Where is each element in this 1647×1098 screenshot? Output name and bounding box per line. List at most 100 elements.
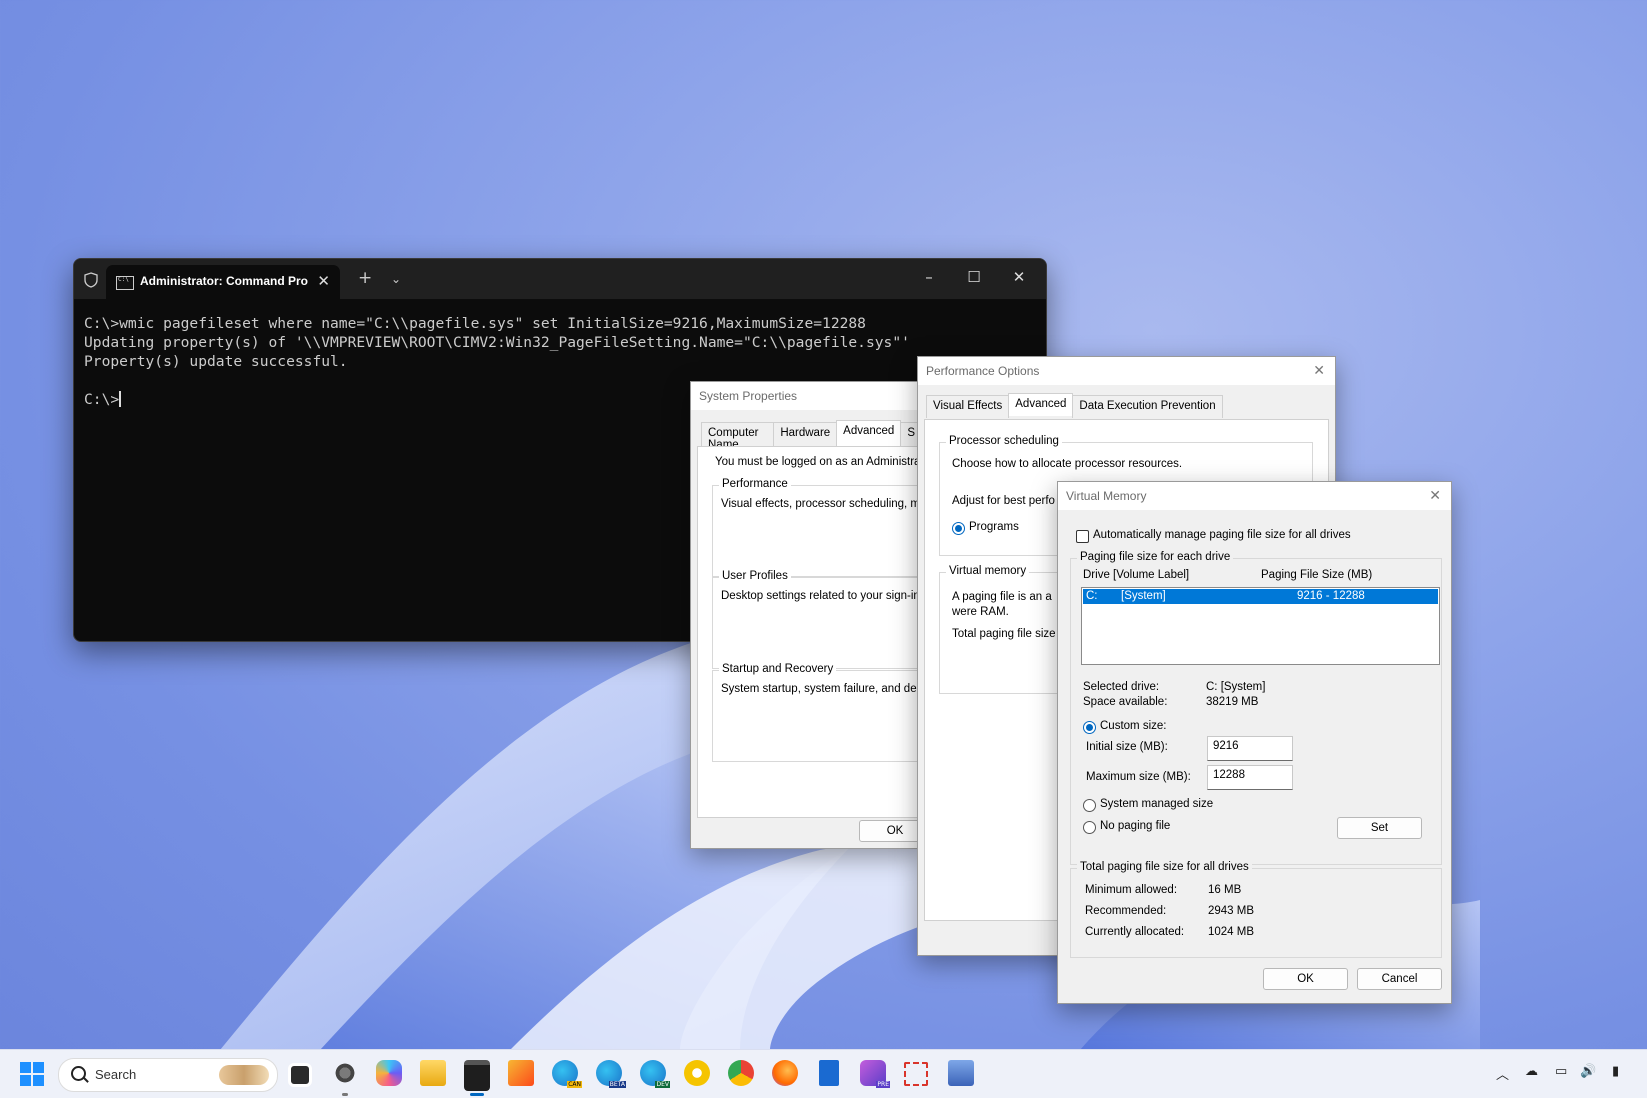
ok-button[interactable]: OK xyxy=(1263,968,1348,990)
each-drive-label: Paging file size for each drive xyxy=(1077,551,1233,563)
each-drive-group: Paging file size for each drive Drive [V… xyxy=(1070,558,1442,865)
drive-list[interactable]: C: [System] 9216 - 12288 xyxy=(1081,587,1440,665)
row-size: 9216 - 12288 xyxy=(1297,590,1365,602)
minimum-allowed-label: Minimum allowed: xyxy=(1085,884,1177,896)
vm-desc-1: A paging file is an a xyxy=(952,591,1052,603)
col-size-header: Paging File Size (MB) xyxy=(1261,569,1372,581)
badge-beta: BETA xyxy=(609,1081,626,1088)
edge-dev-icon[interactable]: DEV xyxy=(640,1060,666,1086)
snipping-tool-icon[interactable] xyxy=(904,1062,928,1086)
remote-desktop-icon[interactable] xyxy=(948,1060,974,1086)
badge-pre: PRE xyxy=(876,1081,890,1088)
close-icon[interactable]: ✕ xyxy=(1313,362,1325,379)
dialog-title: Performance Options xyxy=(926,364,1039,378)
selected-drive-label: Selected drive: xyxy=(1083,681,1159,693)
no-paging-label: No paging file xyxy=(1100,820,1170,832)
close-tab-icon[interactable]: ✕ xyxy=(317,272,330,290)
task-view-icon[interactable] xyxy=(288,1063,312,1087)
minimize-icon[interactable]: – xyxy=(914,268,944,286)
search-label: Search xyxy=(95,1067,136,1082)
performance-group: Performance Visual effects, processor sc… xyxy=(712,485,934,577)
vm-desc-2: were RAM. xyxy=(952,606,1009,618)
system-managed-radio[interactable] xyxy=(1083,799,1096,812)
dev-home-icon[interactable]: PRE xyxy=(860,1060,886,1086)
advanced-panel: You must be logged on as an Administrato… xyxy=(697,446,923,818)
close-icon[interactable]: ✕ xyxy=(1429,487,1441,504)
terminal-line: Updating property(s) of '\\VMPREVIEW\ROO… xyxy=(84,334,910,351)
tab-strip: Visual Effects Advanced Data Execution P… xyxy=(926,395,1222,418)
currently-allocated-value: 1024 MB xyxy=(1208,926,1254,938)
drive-row-selected[interactable]: C: [System] 9216 - 12288 xyxy=(1083,589,1438,604)
space-available-label: Space available: xyxy=(1083,696,1167,708)
cancel-button[interactable]: Cancel xyxy=(1357,968,1442,990)
firefox-icon[interactable] xyxy=(772,1060,798,1086)
terminal-tab-title: Administrator: Command Pro xyxy=(140,274,308,288)
row-label: [System] xyxy=(1121,590,1166,602)
user-profiles-group: User Profiles Desktop settings related t… xyxy=(712,577,934,669)
maximize-icon[interactable]: ☐ xyxy=(959,268,989,286)
user-profiles-label: User Profiles xyxy=(719,570,791,582)
total-paging-group-label: Total paging file size for all drives xyxy=(1077,861,1252,873)
start-windows-icon[interactable] xyxy=(20,1062,44,1086)
auto-manage-checkbox[interactable] xyxy=(1076,530,1089,543)
text-cursor xyxy=(119,391,121,407)
admin-note: You must be logged on as an Administrato… xyxy=(715,456,934,468)
volume-icon[interactable]: 🔊 xyxy=(1580,1064,1596,1079)
chrome-icon[interactable] xyxy=(728,1060,754,1086)
notification-icon[interactable]: ▮ xyxy=(1612,1064,1619,1079)
new-tab-icon[interactable]: + xyxy=(358,268,372,288)
copilot-icon[interactable] xyxy=(376,1060,402,1086)
cmd-icon xyxy=(116,276,134,290)
no-paging-radio[interactable] xyxy=(1083,821,1096,834)
virtual-memory-dialog[interactable]: Virtual Memory ✕ Automatically manage pa… xyxy=(1057,481,1452,1004)
onedrive-icon[interactable]: ☁ xyxy=(1525,1064,1538,1079)
initial-size-label: Initial size (MB): xyxy=(1086,741,1168,753)
settings-gear-icon[interactable] xyxy=(332,1060,358,1086)
custom-size-label: Custom size: xyxy=(1100,720,1166,732)
terminal-titlebar[interactable]: Administrator: Command Pro ✕ + ⌄ – ☐ ✕ xyxy=(74,259,1046,299)
processor-scheduling-desc: Choose how to allocate processor resourc… xyxy=(952,458,1182,470)
recommended-value: 2943 MB xyxy=(1208,905,1254,917)
network-icon[interactable]: ▭ xyxy=(1555,1064,1567,1079)
edge-canary-icon[interactable]: CAN xyxy=(552,1060,578,1086)
search-icon xyxy=(71,1066,86,1081)
dialog-titlebar[interactable]: Virtual Memory ✕ xyxy=(1058,482,1451,510)
tab-dep[interactable]: Data Execution Prevention xyxy=(1072,395,1222,418)
taskbar: Search CAN BETA DEV PRE ︿ ☁ ▭ 🔊 ▮ xyxy=(0,1049,1647,1098)
running-indicator xyxy=(342,1093,348,1096)
edge-beta-icon[interactable]: BETA xyxy=(596,1060,622,1086)
col-drive-header: Drive [Volume Label] xyxy=(1083,569,1189,581)
set-button[interactable]: Set xyxy=(1337,817,1422,839)
chevron-up-icon[interactable]: ︿ xyxy=(1496,1064,1509,1083)
close-icon[interactable]: ✕ xyxy=(1004,268,1034,286)
system-managed-label: System managed size xyxy=(1100,798,1213,810)
chevron-down-icon[interactable]: ⌄ xyxy=(391,272,401,286)
total-paging-label: Total paging file size xyxy=(952,628,1056,640)
initial-size-input[interactable]: 9216 xyxy=(1207,736,1293,761)
custom-size-radio[interactable] xyxy=(1083,721,1096,734)
auto-manage-label: Automatically manage paging file size fo… xyxy=(1093,529,1351,541)
virtual-memory-label: Virtual memory xyxy=(946,565,1029,577)
file-explorer-icon[interactable] xyxy=(420,1060,446,1086)
dialog-titlebar[interactable]: System Properties xyxy=(691,382,921,410)
recommended-label: Recommended: xyxy=(1085,905,1166,917)
document-app-icon[interactable] xyxy=(819,1060,839,1086)
tab-advanced[interactable]: Advanced xyxy=(1008,393,1073,416)
total-paging-group: Total paging file size for all drives Mi… xyxy=(1070,868,1442,958)
system-properties-dialog[interactable]: System Properties Computer Name Hardware… xyxy=(690,381,922,849)
programs-radio[interactable] xyxy=(952,522,965,535)
dialog-titlebar[interactable]: Performance Options ✕ xyxy=(918,357,1335,385)
sticky-tool-icon[interactable] xyxy=(508,1060,534,1086)
search-highlight-art xyxy=(219,1065,269,1085)
chrome-canary-icon[interactable] xyxy=(684,1060,710,1086)
currently-allocated-label: Currently allocated: xyxy=(1085,926,1184,938)
terminal-tab[interactable]: Administrator: Command Pro ✕ xyxy=(106,265,340,299)
tab-visual-effects[interactable]: Visual Effects xyxy=(926,395,1009,418)
shield-icon xyxy=(84,272,98,288)
terminal-prompt: C:\> xyxy=(84,391,119,408)
maximum-size-input[interactable]: 12288 xyxy=(1207,765,1293,790)
terminal-icon[interactable] xyxy=(464,1060,490,1091)
taskbar-search[interactable]: Search xyxy=(58,1058,278,1092)
terminal-line: Property(s) update successful. xyxy=(84,353,348,370)
minimum-allowed-value: 16 MB xyxy=(1208,884,1241,896)
